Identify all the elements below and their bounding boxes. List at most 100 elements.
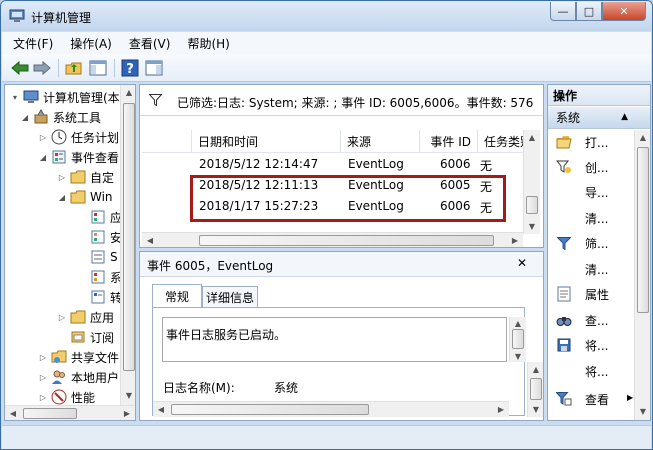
action-clear-log[interactable]: 清... (548, 206, 634, 230)
tree-hscroll-thumb[interactable] (23, 408, 77, 419)
cell-event-id: 6006 (440, 157, 471, 171)
action-view[interactable]: 查看 ▶ (548, 384, 634, 414)
help-button[interactable]: ? (120, 58, 140, 78)
column-header-task-category[interactable]: 任务类别 (478, 130, 525, 152)
expander-icon[interactable]: ▷ (38, 373, 48, 382)
scroll-left-icon[interactable]: ◀ (5, 406, 21, 420)
details-horizontal-scrollbar[interactable]: ◀ ▶ (153, 401, 509, 417)
close-button[interactable]: ✕ (602, 2, 646, 21)
tree-item-log-system[interactable]: 系 (90, 267, 122, 287)
scroll-down-icon[interactable]: ▼ (121, 388, 135, 403)
details-hscroll-thumb[interactable] (171, 404, 369, 415)
action-save-filtered-log[interactable]: 将... (548, 333, 634, 357)
tree-item-log-setup[interactable]: S (90, 247, 118, 267)
expander-icon[interactable]: ▷ (38, 393, 48, 402)
tree-item-computer-management[interactable]: ▾ 计算机管理(本地 (10, 87, 132, 107)
actions-header: 操作 (548, 85, 650, 106)
tree-item-task-scheduler[interactable]: ▷ 任务计划 (38, 127, 119, 147)
tree-item-subscriptions[interactable]: 订阅 (57, 327, 114, 347)
description-scrollbar[interactable]: ▲ ▼ (509, 317, 526, 362)
action-clear-filter[interactable]: 清... (548, 257, 634, 281)
details-pane-scroll-thumb[interactable] (530, 378, 542, 400)
tree-item-shared-folders[interactable]: ▷ 共享文件 (38, 347, 119, 367)
action-properties[interactable]: 属性 (548, 282, 634, 306)
events-scroll-thumb[interactable] (526, 196, 538, 214)
menu-file[interactable]: 文件(F) (7, 35, 59, 52)
column-header-event-id[interactable]: 事件 ID (420, 130, 478, 152)
events-vertical-scrollbar[interactable]: ▲ ▼ (523, 130, 540, 234)
table-row[interactable]: 2018/5/12 12:14:47 EventLog 6006 无 (142, 154, 522, 175)
tree-item-log-application[interactable]: 应 (90, 207, 122, 227)
maximize-button[interactable]: □ (576, 2, 602, 21)
collapse-arrow-icon[interactable]: ▲ (621, 112, 628, 122)
expander-icon[interactable]: ▷ (57, 173, 67, 182)
scroll-up-icon[interactable]: ▲ (635, 130, 650, 145)
scroll-up-icon[interactable]: ▲ (510, 317, 526, 329)
scroll-left-icon[interactable]: ◀ (153, 402, 169, 417)
scroll-right-icon[interactable]: ▶ (119, 406, 135, 420)
actions-vertical-scrollbar[interactable]: ▲ ▼ (634, 130, 650, 420)
tree-item-custom-views[interactable]: ▷ 自定 (57, 167, 114, 187)
menu-help[interactable]: 帮助(H) (181, 35, 235, 52)
forward-button[interactable] (32, 58, 52, 78)
toolbar-separator (58, 59, 59, 77)
action-import-custom-view[interactable]: 导... (548, 180, 634, 204)
tab-details[interactable]: 详细信息 (202, 286, 258, 307)
scroll-down-icon[interactable]: ▼ (528, 402, 543, 417)
action-create-custom-view[interactable]: 创... (548, 155, 634, 179)
event-details-pane: 事件 6005，EventLog ✕ 常规 详细信息 事件日志服务已启动。 ▲ … (139, 251, 544, 421)
events-hscroll-thumb[interactable] (199, 235, 494, 246)
action-open-saved-log[interactable]: 打... (548, 130, 634, 154)
scroll-up-icon[interactable]: ▲ (524, 130, 540, 145)
scroll-up-icon[interactable]: ▲ (528, 362, 543, 377)
back-button[interactable] (10, 58, 30, 78)
minimize-button[interactable]: — (550, 2, 576, 21)
expander-icon[interactable]: ▾ (10, 93, 20, 102)
tree-item-performance[interactable]: ▷ 性能 (38, 387, 95, 407)
action-find[interactable]: 查... (548, 308, 634, 332)
log-icon (90, 209, 106, 225)
expander-icon[interactable]: ▷ (38, 353, 48, 362)
title-bar[interactable]: 计算机管理 — □ ✕ (1, 1, 652, 31)
folder-icon (70, 189, 86, 205)
expander-icon[interactable]: ▷ (57, 313, 67, 322)
column-header-datetime[interactable]: 日期和时间 (192, 130, 341, 152)
expander-icon[interactable]: ▷ (38, 133, 48, 142)
tree-item-log-forwarded[interactable]: 转 (90, 287, 122, 307)
menu-action[interactable]: 操作(A) (64, 35, 118, 52)
actions-section-system[interactable]: 系统 ▲ (548, 107, 650, 129)
events-horizontal-scrollbar[interactable]: ◀ ▶ (142, 232, 523, 247)
details-close-icon[interactable]: ✕ (517, 256, 527, 270)
up-level-button[interactable] (64, 58, 84, 78)
show-hide-action-pane-button[interactable] (144, 58, 164, 78)
action-filter-current-log[interactable]: 筛... (548, 231, 634, 255)
scroll-up-icon[interactable]: ▲ (121, 85, 135, 100)
tree-item-apps-services-logs[interactable]: ▷ 应用 (57, 307, 114, 327)
expander-icon[interactable]: ◢ (38, 153, 48, 162)
action-save-filter-to-view[interactable]: 将... (548, 359, 634, 383)
scroll-right-icon[interactable]: ▶ (493, 402, 509, 417)
tree-vertical-scrollbar[interactable]: ▲ ▼ (120, 85, 135, 405)
scroll-left-icon[interactable]: ◀ (142, 233, 158, 247)
tree-horizontal-scrollbar[interactable]: ◀ ▶ (5, 405, 135, 420)
scroll-down-icon[interactable]: ▼ (635, 404, 650, 419)
details-pane-scrollbar[interactable]: ▲ ▼ (527, 362, 543, 417)
show-hide-tree-button[interactable] (88, 58, 108, 78)
forward-arrow-icon (33, 60, 51, 76)
tree-item-windows-logs[interactable]: ◢ Win (57, 187, 113, 207)
tree-item-log-security[interactable]: 安 (90, 227, 122, 247)
tree-item-system-tools[interactable]: ◢ 系统工具 (20, 107, 101, 127)
tree-item-event-viewer[interactable]: ◢ 事件查看 (38, 147, 119, 167)
column-header-source[interactable]: 来源 (341, 130, 420, 152)
expander-icon[interactable]: ◢ (20, 113, 30, 122)
expander-icon[interactable]: ◢ (57, 193, 67, 202)
scroll-down-icon[interactable]: ▼ (510, 350, 526, 362)
actions-scroll-thumb[interactable] (637, 147, 649, 313)
tree-scroll-thumb[interactable] (123, 103, 135, 371)
tree-item-local-users[interactable]: ▷ 本地用户 (38, 367, 119, 387)
scroll-right-icon[interactable]: ▶ (507, 233, 523, 247)
description-scroll-thumb[interactable] (512, 329, 524, 349)
tab-general[interactable]: 常规 (152, 284, 202, 307)
menu-view[interactable]: 查看(V) (123, 35, 177, 52)
scroll-down-icon[interactable]: ▼ (524, 219, 540, 234)
